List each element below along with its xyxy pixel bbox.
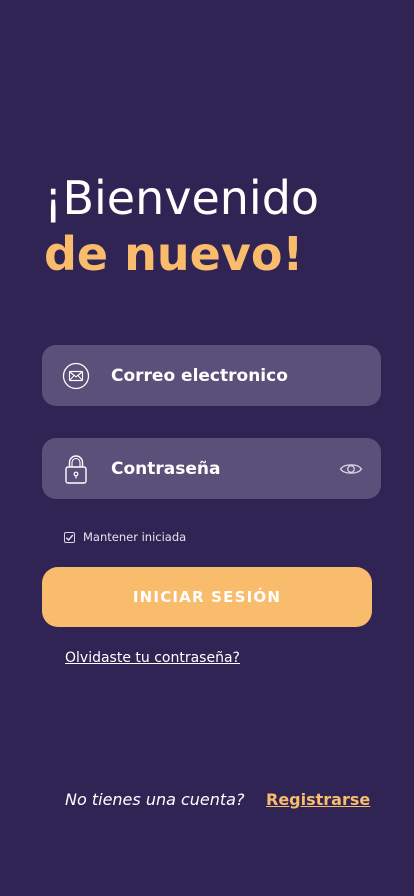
checkmark-icon xyxy=(65,534,74,541)
lock-icon xyxy=(62,452,90,486)
forgot-password-link[interactable]: Olvidaste tu contraseña? xyxy=(65,650,240,666)
email-input[interactable] xyxy=(111,345,331,406)
password-input[interactable] xyxy=(111,438,331,499)
password-field[interactable] xyxy=(42,438,381,499)
remember-label: Mantener iniciada xyxy=(83,530,187,544)
welcome-title-line1: ¡Bienvenido xyxy=(44,171,320,225)
email-field[interactable] xyxy=(42,345,381,406)
login-button[interactable]: INICIAR SESIÓN xyxy=(42,567,372,627)
remember-me[interactable]: Mantener iniciada xyxy=(64,530,186,544)
remember-checkbox[interactable] xyxy=(64,531,75,543)
eye-icon[interactable] xyxy=(339,461,363,477)
no-account-prompt: No tienes una cuenta? xyxy=(65,790,245,809)
welcome-title: ¡Bienvenido de nuevo! xyxy=(44,170,384,282)
register-link[interactable]: Registrarse xyxy=(266,790,370,809)
welcome-title-line2: de nuevo! xyxy=(44,227,304,281)
mail-icon xyxy=(62,362,90,390)
